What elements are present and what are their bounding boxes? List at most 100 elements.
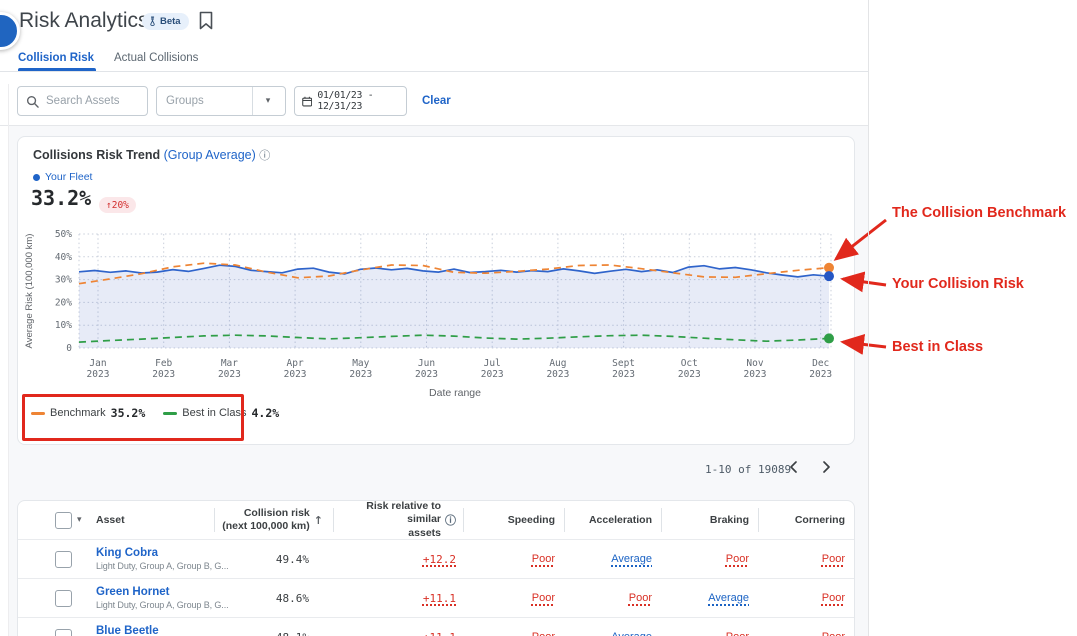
svg-text:2023: 2023	[744, 369, 767, 380]
clear-filters-button[interactable]: Clear	[422, 86, 451, 116]
braking-value[interactable]: Poor	[726, 631, 749, 636]
table-row[interactable]: Blue Beetle Light Duty, Group A, Group B…	[18, 617, 854, 636]
search-assets-box[interactable]	[17, 86, 148, 116]
pagination-label: 1-10 of 19089	[705, 463, 791, 476]
table-body: King Cobra Light Duty, Group A, Group B,…	[18, 539, 854, 636]
svg-text:10%: 10%	[55, 320, 72, 331]
svg-text:2023: 2023	[612, 369, 635, 380]
svg-text:Mar: Mar	[221, 358, 238, 369]
svg-text:May: May	[352, 358, 369, 369]
cornering-value[interactable]: Poor	[822, 592, 845, 604]
asset-link[interactable]: Blue Beetle	[96, 624, 214, 636]
assets-table: ▾ Asset Collision risk(next 100,000 km) …	[17, 500, 855, 636]
beta-label: Beta	[160, 16, 181, 27]
tabs-divider	[0, 71, 869, 72]
asset-groups: Light Duty, Group A, Group B, G...	[96, 561, 214, 572]
svg-text:Jul: Jul	[484, 358, 501, 369]
chart-info-icon[interactable]: ⓘ	[259, 149, 270, 162]
svg-text:Feb: Feb	[155, 358, 172, 369]
svg-text:Jan: Jan	[89, 358, 106, 369]
header-relative-risk[interactable]: Risk relative to similarassets ⓘ	[333, 501, 463, 539]
braking-value[interactable]: Poor	[726, 553, 749, 565]
row-checkbox[interactable]	[55, 590, 72, 607]
collision-risk-value: 48.6%	[276, 592, 309, 605]
groups-select[interactable]: ▾	[156, 86, 286, 116]
chart-title-main: Collisions Risk Trend	[33, 148, 160, 162]
search-icon	[26, 95, 39, 108]
date-range-picker[interactable]: 01/01/23 - 12/31/23	[294, 86, 407, 116]
risk-delta-badge: ↑20%	[99, 197, 136, 213]
svg-text:2023: 2023	[546, 369, 569, 380]
asset-link[interactable]: King Cobra	[96, 546, 214, 560]
search-input[interactable]	[44, 94, 138, 108]
svg-text:2023: 2023	[349, 369, 372, 380]
relative-risk-value[interactable]: +11.1	[423, 592, 456, 605]
next-page-button[interactable]	[818, 459, 836, 477]
chart-title-sub: (Group Average)	[164, 148, 256, 162]
braking-value[interactable]: Average	[708, 592, 749, 604]
relative-risk-info-icon[interactable]: ⓘ	[445, 512, 456, 528]
svg-text:Dec: Dec	[812, 358, 829, 369]
app-main-column: Risk Analytics Beta Collision Risk Actua…	[0, 0, 869, 636]
select-dropdown-caret[interactable]: ▾	[77, 515, 82, 525]
row-checkbox[interactable]	[55, 629, 72, 636]
flask-icon	[148, 16, 157, 27]
header-acceleration[interactable]: Acceleration	[564, 501, 661, 539]
collision-risk-value: 48.1%	[276, 631, 309, 636]
acceleration-value[interactable]: Average	[611, 631, 652, 636]
filters-divider	[0, 125, 869, 126]
best-in-class-value: 4.2%	[251, 406, 279, 420]
collision-risk-trend-card: Collisions Risk Trend (Group Average) ⓘ …	[17, 136, 855, 445]
end-dot-best-in-class	[824, 333, 834, 343]
header-cornering[interactable]: Cornering	[758, 501, 854, 539]
table-header-row: ▾ Asset Collision risk(next 100,000 km) …	[18, 501, 854, 539]
svg-text:Nov: Nov	[746, 358, 763, 369]
svg-text:2023: 2023	[678, 369, 701, 380]
svg-text:2023: 2023	[152, 369, 175, 380]
svg-text:Aug: Aug	[549, 358, 566, 369]
speeding-value[interactable]: Poor	[532, 592, 555, 604]
header-speeding[interactable]: Speeding	[463, 501, 564, 539]
svg-text:Apr: Apr	[287, 358, 304, 369]
relative-risk-value[interactable]: +11.1	[423, 631, 456, 636]
fleet-dot-icon	[33, 174, 40, 181]
svg-text:2023: 2023	[415, 369, 438, 380]
svg-text:2023: 2023	[481, 369, 504, 380]
svg-text:Jun: Jun	[418, 358, 435, 369]
svg-text:Sept: Sept	[612, 358, 635, 369]
current-risk-value: 33.2%	[31, 186, 91, 210]
row-checkbox[interactable]	[55, 551, 72, 568]
cornering-value[interactable]: Poor	[822, 553, 845, 565]
table-row[interactable]: Green Hornet Light Duty, Group A, Group …	[18, 578, 854, 617]
groups-dropdown-button[interactable]: ▾	[252, 87, 283, 115]
previous-page-button[interactable]	[786, 459, 804, 477]
header-braking[interactable]: Braking	[661, 501, 758, 539]
speeding-value[interactable]: Poor	[532, 631, 555, 636]
svg-text:30%: 30%	[55, 275, 72, 286]
asset-link[interactable]: Green Hornet	[96, 585, 214, 599]
svg-text:40%: 40%	[55, 252, 72, 263]
fleet-legend-label: Your Fleet	[45, 171, 92, 183]
annotation-best-in-class: Best in Class	[892, 339, 983, 355]
bookmark-icon[interactable]	[197, 11, 215, 30]
collision-risk-value: 49.4%	[276, 553, 309, 566]
annotation-benchmark: The Collision Benchmark	[892, 205, 1066, 221]
acceleration-value[interactable]: Average	[611, 553, 652, 565]
header-collision-risk[interactable]: Collision risk(next 100,000 km) ↑	[214, 501, 333, 539]
table-row[interactable]: King Cobra Light Duty, Group A, Group B,…	[18, 539, 854, 578]
chart-title: Collisions Risk Trend (Group Average) ⓘ	[33, 147, 270, 163]
speeding-value[interactable]: Poor	[532, 553, 555, 565]
select-all-checkbox[interactable]	[55, 512, 72, 529]
tab-collision-risk[interactable]: Collision Risk	[18, 52, 94, 64]
sort-ascending-icon[interactable]: ↑	[314, 514, 323, 527]
relative-risk-value[interactable]: +12.2	[423, 553, 456, 566]
svg-text:Oct: Oct	[681, 358, 698, 369]
tab-actual-collisions[interactable]: Actual Collisions	[114, 52, 198, 64]
header-asset[interactable]: Asset	[96, 501, 214, 539]
svg-text:2023: 2023	[87, 369, 110, 380]
acceleration-value[interactable]: Poor	[629, 592, 652, 604]
annotation-your-risk: Your Collision Risk	[892, 276, 1024, 292]
svg-text:20%: 20%	[55, 297, 72, 308]
cornering-value[interactable]: Poor	[822, 631, 845, 636]
groups-input[interactable]	[157, 95, 252, 107]
